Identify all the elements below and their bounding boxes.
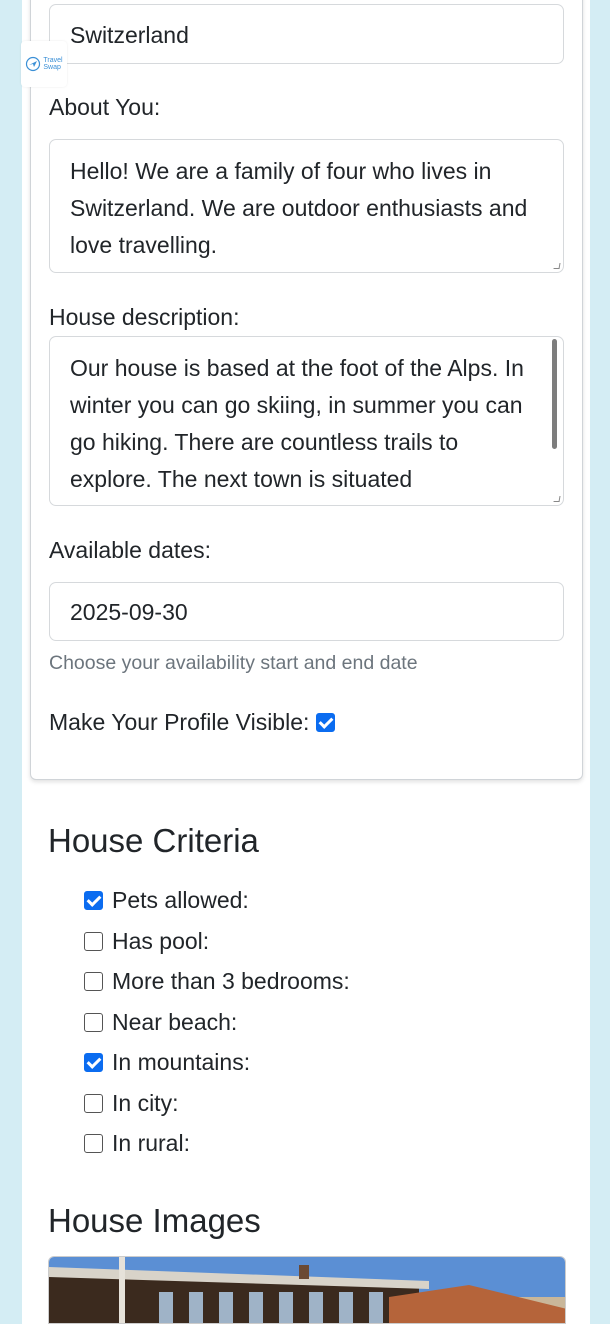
criteria-item-city[interactable]: In city:: [84, 1090, 178, 1117]
criteria-item-rural[interactable]: In rural:: [84, 1130, 190, 1157]
criteria-item-pets[interactable]: Pets allowed:: [84, 887, 249, 914]
date-input[interactable]: 2025-09-30: [49, 582, 564, 641]
house-images-title: House Images: [48, 1202, 261, 1239]
criteria-label: Pets allowed:: [112, 887, 249, 913]
house-description-label: House description:: [49, 304, 240, 330]
criteria-label: Has pool:: [112, 928, 210, 954]
criteria-checkbox[interactable]: [84, 1053, 103, 1072]
house-photo: [49, 1257, 565, 1323]
logo-text: Travel Swap: [43, 57, 63, 71]
criteria-checkbox[interactable]: [84, 1134, 103, 1153]
about-textarea[interactable]: Hello! We are a family of four who lives…: [49, 139, 564, 273]
criteria-label: In city:: [112, 1090, 179, 1116]
profile-visible-checkbox[interactable]: [316, 713, 336, 732]
country-input[interactable]: Switzerland: [49, 4, 564, 64]
textarea-scrollbar[interactable]: [552, 339, 557, 449]
criteria-label: Near beach:: [112, 1009, 238, 1035]
criteria-checkbox[interactable]: [84, 1094, 103, 1113]
profile-visible-row: Make Your Profile Visible:: [49, 709, 336, 736]
profile-visible-label: Make Your Profile Visible:: [49, 709, 310, 735]
resize-handle-icon[interactable]: [553, 496, 561, 502]
criteria-item-mountains[interactable]: In mountains:: [84, 1049, 250, 1076]
about-label: About You:: [49, 94, 161, 120]
available-dates-label: Available dates:: [49, 537, 211, 563]
criteria-checkbox[interactable]: [84, 891, 103, 910]
house-criteria-title: House Criteria: [48, 822, 259, 859]
criteria-item-bedrooms[interactable]: More than 3 bedrooms:: [84, 968, 350, 995]
criteria-checkbox[interactable]: [84, 1013, 103, 1032]
dates-help-text: Choose your availability start and end d…: [49, 652, 418, 674]
resize-handle-icon[interactable]: [553, 263, 561, 269]
criteria-label: In rural:: [112, 1130, 190, 1156]
criteria-label: In mountains:: [112, 1049, 251, 1075]
profile-page: Switzerland About You: Hello! We are a f…: [22, 0, 590, 1324]
criteria-checkbox[interactable]: [84, 932, 103, 951]
travel-swap-logo[interactable]: Travel Swap: [21, 41, 67, 87]
criteria-label: More than 3 bedrooms:: [112, 968, 350, 994]
house-description-textarea[interactable]: Our house is based at the foot of the Al…: [49, 336, 564, 506]
house-image[interactable]: [48, 1256, 566, 1324]
criteria-item-beach[interactable]: Near beach:: [84, 1009, 237, 1036]
criteria-item-pool[interactable]: Has pool:: [84, 928, 209, 955]
house-description-text: Our house is based at the foot of the Al…: [70, 355, 524, 492]
about-text: Hello! We are a family of four who lives…: [70, 158, 528, 258]
criteria-checkbox[interactable]: [84, 972, 103, 991]
plane-icon: [26, 56, 41, 72]
